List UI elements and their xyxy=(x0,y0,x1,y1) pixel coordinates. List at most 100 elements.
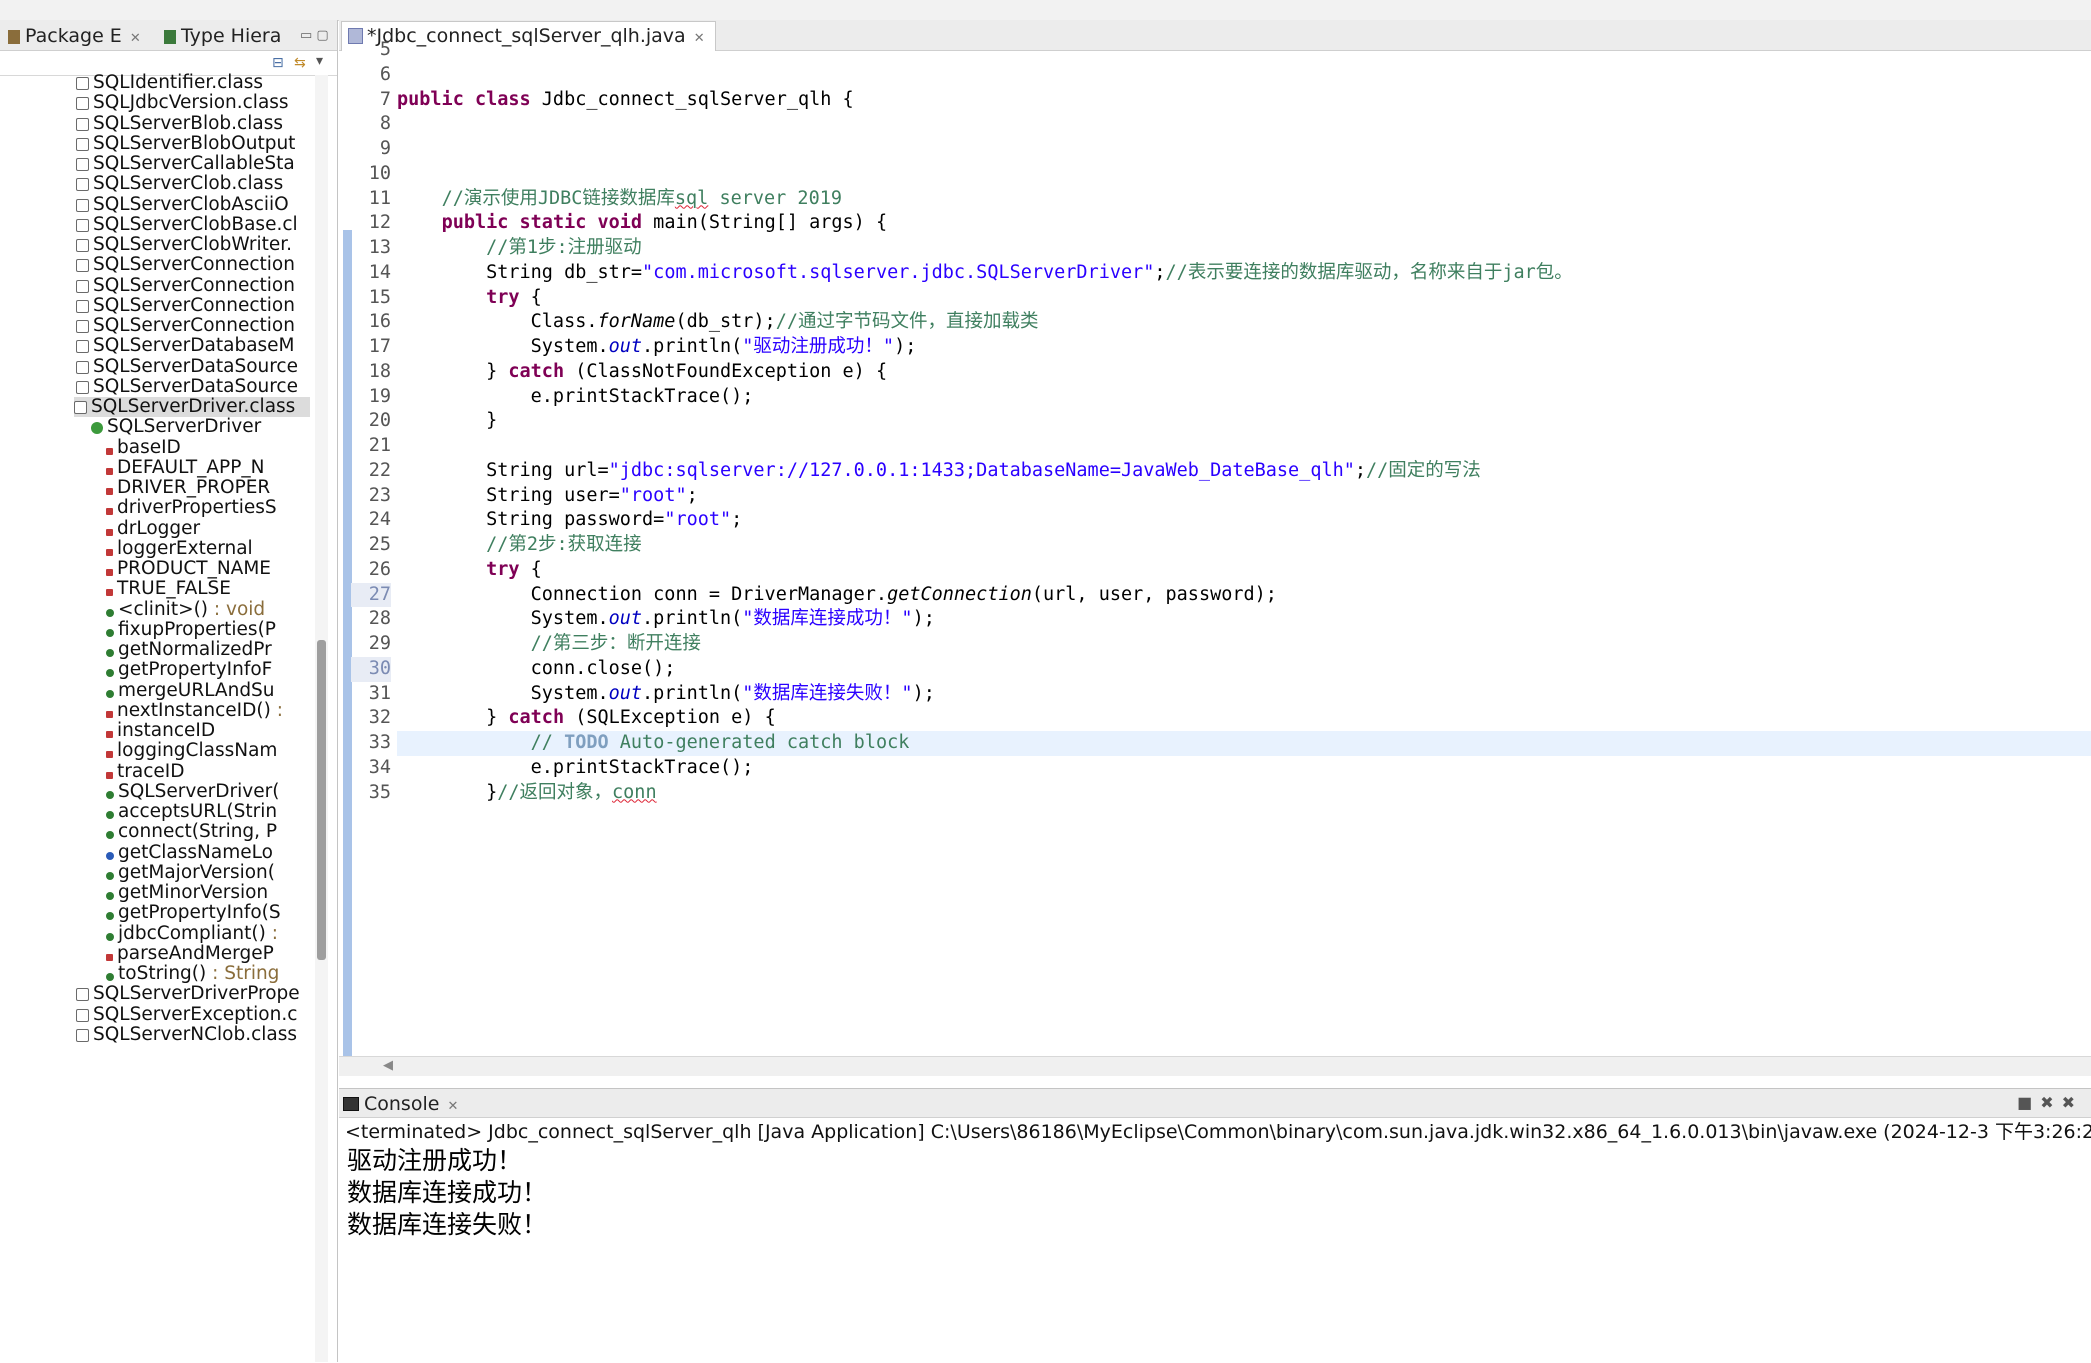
tree-item[interactable]: SQLServerClob.class xyxy=(76,174,312,194)
code-line[interactable]: Class.forName(db_str);//通过字节码文件，直接加载类 xyxy=(397,310,2091,335)
console-toolbar[interactable]: ■✖✖ xyxy=(2017,1093,2083,1112)
link-editor-icon[interactable]: ⇆ xyxy=(294,55,306,71)
tree-item[interactable]: instanceID xyxy=(106,721,312,741)
tree-item[interactable]: SQLServerClobAsciiO xyxy=(76,195,312,215)
code-line[interactable] xyxy=(397,112,2091,137)
tree-item[interactable]: SQLServerClobWriter. xyxy=(76,235,312,255)
tree-item[interactable]: getMinorVersion xyxy=(106,883,312,903)
tree-item[interactable]: getNormalizedPr xyxy=(106,640,312,660)
tree-item[interactable]: getClassNameLo xyxy=(106,843,312,863)
tree-item[interactable]: SQLServerConnection xyxy=(76,276,312,296)
code-line[interactable]: conn.close(); xyxy=(397,657,2091,682)
tree-item[interactable]: SQLServerDriver( xyxy=(106,782,312,802)
code-line[interactable] xyxy=(397,434,2091,459)
tree-item[interactable]: PRODUCT_NAME xyxy=(106,559,312,579)
tree-item[interactable]: parseAndMergeP xyxy=(106,944,312,964)
collapse-all-icon[interactable]: ⊟ xyxy=(272,55,284,71)
tree-item[interactable]: SQLServerConnection xyxy=(76,255,312,275)
tab-type-hierarchy[interactable]: Type Hiera xyxy=(164,23,281,49)
tree-item[interactable]: toString() : String xyxy=(106,964,312,984)
tree-item[interactable]: loggingClassNam xyxy=(106,741,312,761)
code-token: "com.microsoft.sqlserver.jdbc.SQLServerD… xyxy=(642,261,1155,283)
tree-item[interactable]: fixupProperties(P xyxy=(106,620,312,640)
code-line[interactable] xyxy=(397,137,2091,162)
tree-item[interactable]: SQLJdbcVersion.class xyxy=(76,93,312,113)
tree-item[interactable]: nextInstanceID() : xyxy=(106,701,312,721)
tree-item[interactable]: getPropertyInfo(S xyxy=(106,903,312,923)
tree-item[interactable]: drLogger xyxy=(106,519,312,539)
code-line[interactable]: public class Jdbc_connect_sqlServer_qlh … xyxy=(397,88,2091,113)
code-line[interactable]: } catch (SQLException e) { xyxy=(397,706,2091,731)
code-line[interactable]: }//返回对象，conn xyxy=(397,781,2091,806)
code-line[interactable]: System.out.println("驱动注册成功！"); xyxy=(397,335,2091,360)
tree-item[interactable]: getPropertyInfoF xyxy=(106,660,312,680)
code-line[interactable]: //第三步：断开连接 xyxy=(397,632,2091,657)
code-line[interactable]: String user="root"; xyxy=(397,484,2091,509)
console-output-line: 数据库连接成功！ xyxy=(347,1178,548,1207)
code-line[interactable]: String db_str="com.microsoft.sqlserver.j… xyxy=(397,261,2091,286)
tree-item[interactable]: SQLServerDatabaseM xyxy=(76,336,312,356)
tree-item[interactable]: SQLServerDriver xyxy=(91,417,312,437)
tree-item[interactable]: driverPropertiesS xyxy=(106,498,312,518)
tree-item[interactable]: mergeURLAndSu xyxy=(106,681,312,701)
tree-item[interactable]: DRIVER_PROPER xyxy=(106,478,312,498)
code-token: (url, user, password); xyxy=(1031,583,1277,605)
tab-package-explorer[interactable]: Package E ✕ xyxy=(8,23,141,49)
code-line[interactable]: } xyxy=(397,409,2091,434)
code-line[interactable]: try { xyxy=(397,286,2091,311)
code-line[interactable]: //第2步:获取连接 xyxy=(397,533,2091,558)
tab-console[interactable]: Console ✕ xyxy=(343,1091,458,1117)
tree-item[interactable]: SQLServerDriver.class xyxy=(74,397,310,418)
tree-item[interactable]: SQLServerClobBase.cl xyxy=(76,215,312,235)
close-icon[interactable]: ✕ xyxy=(130,31,141,46)
tree-scrollbar-thumb[interactable] xyxy=(317,640,326,960)
code-editor[interactable]: *Jdbc_connect_sqlServer_qlh.java ✕ 567891… xyxy=(339,20,2091,1076)
code-line[interactable]: String url="jdbc:sqlserver://127.0.0.1:1… xyxy=(397,459,2091,484)
scroll-left-icon[interactable]: ◀ xyxy=(383,1058,393,1073)
code-line[interactable]: System.out.println("数据库连接失败！"); xyxy=(397,682,2091,707)
tree-item[interactable]: SQLServerDataSource xyxy=(76,357,312,377)
remove-launch-icon[interactable]: ✖ xyxy=(2040,1093,2061,1112)
tree-item[interactable]: <clinit>() : void xyxy=(106,600,312,620)
code-line[interactable] xyxy=(397,63,2091,88)
code-line[interactable]: Connection conn = DriverManager.getConne… xyxy=(397,583,2091,608)
code-line[interactable]: try { xyxy=(397,558,2091,583)
tree-item[interactable]: baseID xyxy=(106,438,312,458)
tree-item[interactable]: acceptsURL(Strin xyxy=(106,802,312,822)
tree-item[interactable]: TRUE_FALSE xyxy=(106,579,312,599)
hierarchy-icon xyxy=(164,30,176,44)
code-line[interactable]: public static void main(String[] args) { xyxy=(397,211,2091,236)
code-line[interactable]: //第1步:注册驱动 xyxy=(397,236,2091,261)
tree-item[interactable]: SQLServerConnection xyxy=(76,316,312,336)
tree-item[interactable]: SQLServerBlobOutput xyxy=(76,134,312,154)
close-icon[interactable]: ✕ xyxy=(447,1099,458,1114)
tree-item[interactable]: connect(String, P xyxy=(106,822,312,842)
remove-all-icon[interactable]: ✖ xyxy=(2062,1093,2083,1112)
tree-item[interactable]: SQLIdentifier.class xyxy=(76,73,312,93)
editor-horizontal-scrollbar[interactable]: ◀ xyxy=(339,1056,2091,1076)
tree-item[interactable]: SQLServerBlob.class xyxy=(76,114,312,134)
tree-item[interactable]: traceID xyxy=(106,762,312,782)
tree-item[interactable]: SQLServerDataSource xyxy=(76,377,312,397)
code-line[interactable]: // TODO Auto-generated catch block xyxy=(397,731,2091,756)
tree-item[interactable]: loggerExternal xyxy=(106,539,312,559)
code-line[interactable]: //演示使用JDBC链接数据库sql server 2019 xyxy=(397,187,2091,212)
code-line[interactable] xyxy=(397,162,2091,187)
tree-item[interactable]: jdbcCompliant() : xyxy=(106,924,312,944)
tree-item[interactable]: getMajorVersion( xyxy=(106,863,312,883)
code-line[interactable] xyxy=(397,38,2091,63)
tree-item[interactable]: DEFAULT_APP_N xyxy=(106,458,312,478)
tree-item[interactable]: SQLServerDriverPrope xyxy=(76,984,312,1004)
terminate-icon[interactable]: ■ xyxy=(2017,1093,2040,1112)
code-line[interactable]: e.printStackTrace(); xyxy=(397,385,2091,410)
tree-item[interactable]: SQLServerCallableSta xyxy=(76,154,312,174)
code-line[interactable]: } catch (ClassNotFoundException e) { xyxy=(397,360,2091,385)
minimize-maximize-icon[interactable]: ▭ ▢ xyxy=(300,23,329,49)
tree-item[interactable]: SQLServerNClob.class xyxy=(76,1025,312,1045)
code-line[interactable]: e.printStackTrace(); xyxy=(397,756,2091,781)
code-line[interactable]: String password="root"; xyxy=(397,508,2091,533)
tree-item[interactable]: SQLServerException.c xyxy=(76,1005,312,1025)
view-menu-icon[interactable]: ▾ xyxy=(316,53,323,69)
tree-item[interactable]: SQLServerConnection xyxy=(76,296,312,316)
code-line[interactable]: System.out.println("数据库连接成功！"); xyxy=(397,607,2091,632)
